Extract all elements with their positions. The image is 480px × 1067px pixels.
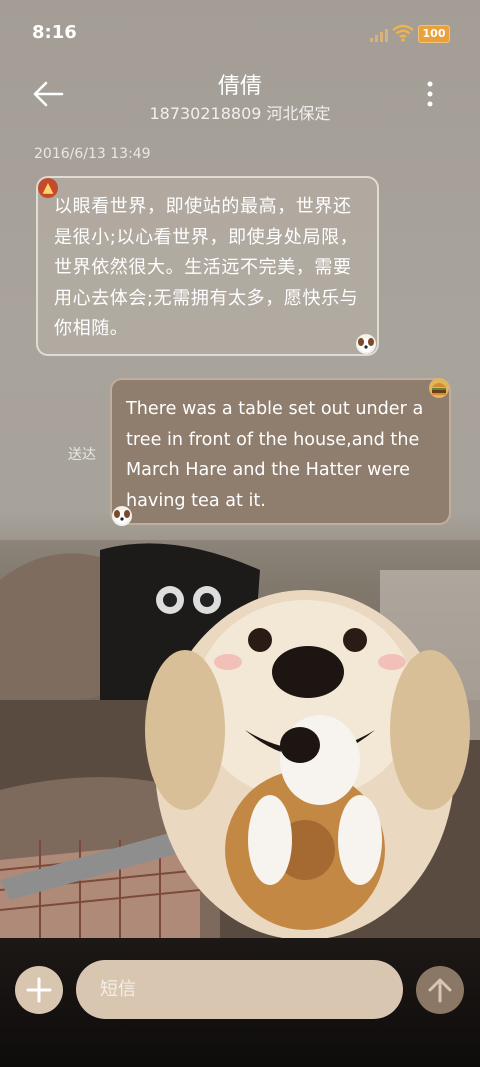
outgoing-message-bubble[interactable]: There was a table set out under a tree i… bbox=[110, 378, 451, 525]
send-button[interactable] bbox=[416, 966, 464, 1014]
wallpaper-image bbox=[0, 540, 480, 940]
plus-icon bbox=[26, 977, 52, 1003]
fries-sticker-icon: ▲ bbox=[38, 178, 58, 198]
incoming-message-bubble[interactable]: 以眼看世界，即使站的最高，世界还是很小;以心看世界，即使身处局限，世界依然很大。… bbox=[36, 176, 379, 356]
wifi-icon bbox=[392, 24, 414, 42]
contact-name: 倩倩 bbox=[217, 74, 262, 99]
add-attachment-button[interactable] bbox=[15, 966, 63, 1014]
status-time: 8:16 bbox=[32, 22, 77, 43]
incoming-message-text: 以眼看世界，即使站的最高，世界还是很小;以心看世界，即使身处局限，世界依然很大。… bbox=[54, 196, 359, 339]
battery-indicator: 100 bbox=[418, 25, 450, 43]
more-options-icon[interactable] bbox=[420, 80, 440, 108]
arrow-up-icon bbox=[428, 978, 452, 1003]
message-timestamp: 2016/6/13 13:49 bbox=[34, 146, 151, 162]
contact-info: 18730218809 河北保定 bbox=[149, 104, 331, 123]
delivery-status: 送达 bbox=[68, 447, 96, 463]
burger-sticker-icon bbox=[429, 378, 449, 398]
puppy-sticker-icon bbox=[112, 506, 132, 526]
puppy-sticker-icon bbox=[356, 334, 376, 354]
signal-icon bbox=[370, 29, 388, 42]
message-input[interactable]: 短信 bbox=[76, 960, 403, 1019]
outgoing-message-text: There was a table set out under a tree i… bbox=[126, 399, 424, 511]
